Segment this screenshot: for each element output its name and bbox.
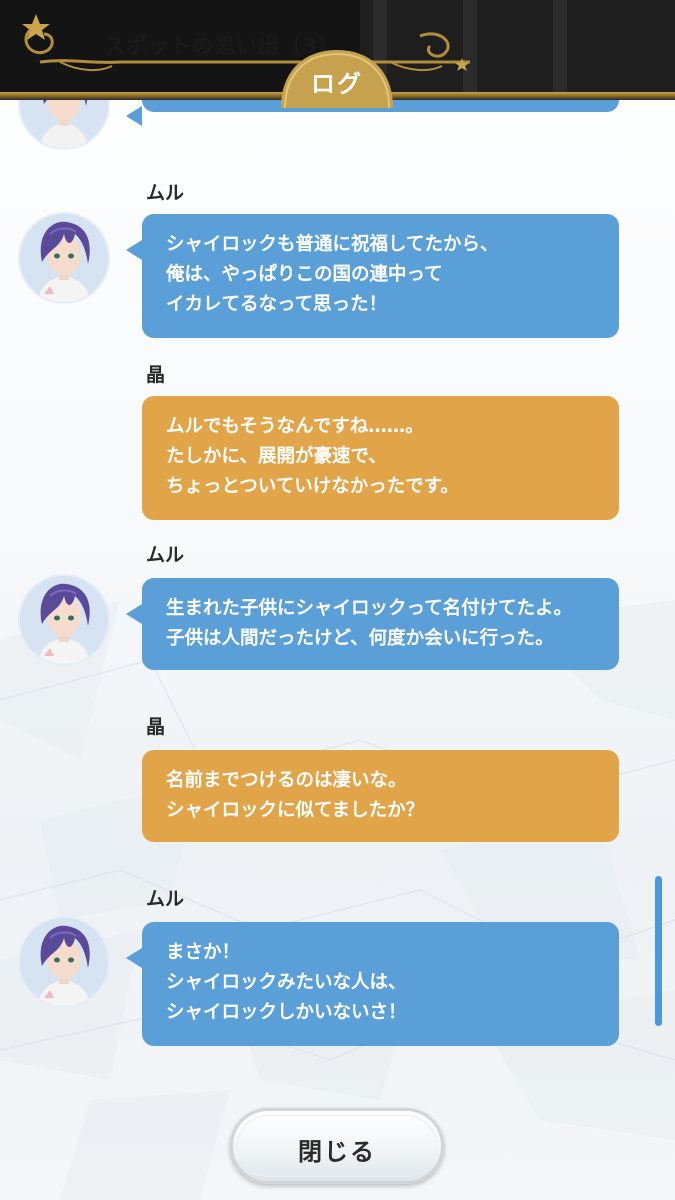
message-line: ちょっとついていけなかったです。	[166, 476, 459, 497]
avatar	[18, 100, 110, 150]
mul-avatar-icon	[20, 100, 108, 148]
message-line: 俺は、やっぱりこの国の連中って	[166, 264, 443, 285]
mul-avatar-icon	[20, 576, 108, 664]
message-line: シャイロックしかいないさ！	[166, 1002, 407, 1023]
close-button[interactable]: 閉じる	[230, 1108, 444, 1184]
message-log[interactable]: ムル シャイロックも普通に祝福してたから、 俺は、やっぱりこの国の連中って イカ…	[0, 100, 675, 1100]
message-line: イカレてるなって思った！	[166, 294, 388, 315]
message-line: ムルでもそうなんですね……。	[166, 416, 424, 437]
message-bubble: 生まれた子供にシャイロックって名付けてたよ。 子供は人間だったけど、何度か会いに…	[126, 578, 619, 670]
speaker-name: ムル	[146, 888, 185, 910]
message-bubble: シャイロックも普通に祝福してたから、 俺は、やっぱりこの国の連中って イカレてる…	[126, 214, 619, 338]
message-bubble: ムルでもそうなんですね……。 たしかに、展開が豪速で、 ちょっとついていけなかっ…	[142, 396, 619, 520]
avatar	[18, 574, 110, 666]
message-line: シャイロックに似てましたか？	[166, 800, 425, 821]
message-line: シャイロックみたいな人は、	[166, 972, 407, 993]
speaker-name: ムル	[146, 182, 185, 204]
message-line: シャイロックも普通に祝福してたから、	[166, 234, 499, 255]
message-line: たしかに、展開が豪速で、	[166, 446, 387, 467]
message-line: まさか！	[166, 942, 241, 963]
message-line: 子供は人間だったけど、何度か会いに行った。	[166, 628, 554, 649]
mul-avatar-icon	[20, 918, 108, 1006]
message-line: 名前までつけるのは凄いな。	[166, 770, 407, 791]
scrollbar-thumb[interactable]	[655, 876, 662, 1026]
speaker-name: 晶	[146, 716, 166, 738]
speaker-name: ムル	[146, 544, 185, 566]
mul-avatar-icon	[20, 214, 108, 302]
close-button-label: 閉じる	[298, 1138, 376, 1166]
tab-log[interactable]: ログ	[281, 50, 393, 109]
tab-log-label: ログ	[311, 70, 363, 98]
message-bubble: 名前までつけるのは凄いな。 シャイロックに似てましたか？	[142, 750, 619, 842]
message-bubble: まさか！ シャイロックみたいな人は、 シャイロックしかいないさ！	[126, 922, 619, 1046]
avatar	[18, 916, 110, 1008]
message-line: 生まれた子供にシャイロックって名付けてたよ。	[166, 598, 573, 619]
avatar	[18, 212, 110, 304]
speaker-name: 晶	[146, 364, 166, 386]
